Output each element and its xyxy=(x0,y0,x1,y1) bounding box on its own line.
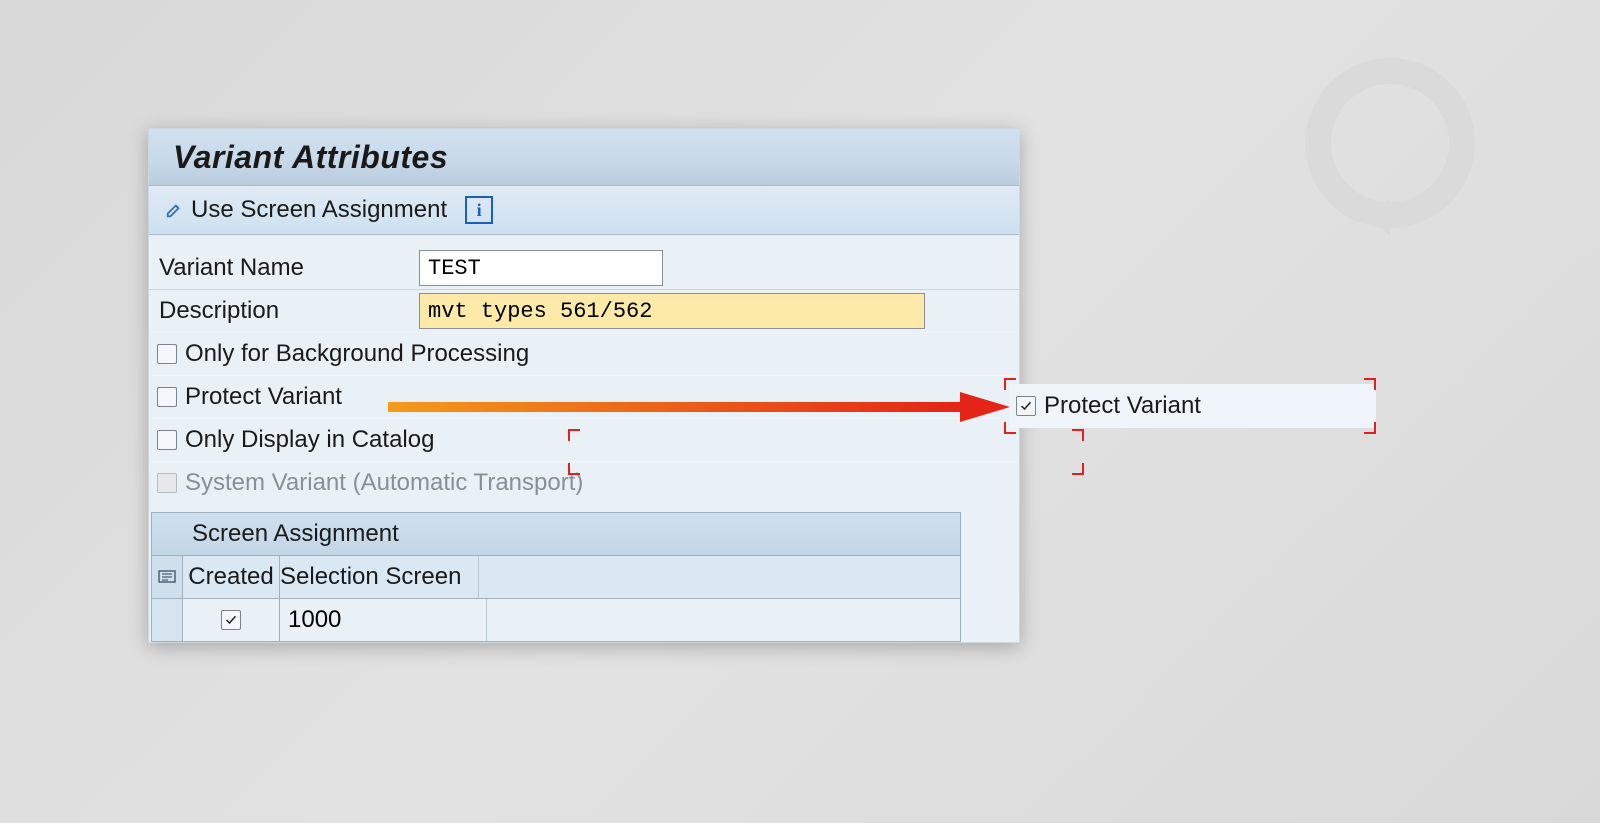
pencil-icon xyxy=(165,201,183,219)
page-title: Variant Attributes xyxy=(173,139,448,176)
protect-variant-checkbox[interactable] xyxy=(157,387,177,407)
created-cell[interactable] xyxy=(183,599,280,641)
created-checkbox[interactable] xyxy=(221,610,241,630)
row-only-background: Only for Background Processing xyxy=(149,332,1019,375)
table-header-row: Created Selection Screen xyxy=(152,556,960,599)
use-screen-assignment-button[interactable]: Use Screen Assignment xyxy=(187,196,461,224)
col-created[interactable]: Created xyxy=(183,556,280,598)
only-display-catalog-checkbox[interactable] xyxy=(157,430,177,450)
callout-protect-variant-label: Protect Variant xyxy=(1044,392,1201,420)
screen-assignment-table: Screen Assignment Created Selection Scre… xyxy=(151,512,961,642)
description-label: Description xyxy=(157,297,419,325)
selection-screen-cell[interactable]: 1000 xyxy=(280,599,487,641)
variant-name-label: Variant Name xyxy=(157,254,419,282)
protect-variant-label: Protect Variant xyxy=(185,383,342,411)
watermark-logo xyxy=(1290,48,1490,248)
row-system-variant: System Variant (Automatic Transport) xyxy=(149,461,1019,504)
system-variant-label: System Variant (Automatic Transport) xyxy=(185,469,583,497)
select-all-icon[interactable] xyxy=(152,556,183,598)
screen-assignment-heading: Screen Assignment xyxy=(152,513,960,556)
only-background-checkbox[interactable] xyxy=(157,344,177,364)
titlebar: Variant Attributes xyxy=(149,129,1019,186)
only-display-catalog-label: Only Display in Catalog xyxy=(185,426,434,454)
form: Variant Name Description Only for Backgr… xyxy=(149,235,1019,642)
only-background-label: Only for Background Processing xyxy=(185,340,529,368)
toolbar: Use Screen Assignment i xyxy=(149,186,1019,235)
callout-protect-variant: Protect Variant xyxy=(1010,384,1376,428)
row-only-display-catalog: Only Display in Catalog xyxy=(149,418,1019,461)
description-input[interactable] xyxy=(419,293,925,329)
col-selection-screen[interactable]: Selection Screen xyxy=(280,556,479,598)
system-variant-checkbox xyxy=(157,473,177,493)
callout-protect-variant-checkbox[interactable] xyxy=(1016,396,1036,416)
row-protect-variant: Protect Variant xyxy=(149,375,1019,418)
row-variant-name: Variant Name xyxy=(149,247,1019,289)
variant-attributes-window: Variant Attributes Use Screen Assignment… xyxy=(148,128,1020,643)
variant-name-input[interactable] xyxy=(419,250,663,286)
table-row: 1000 xyxy=(152,599,960,641)
row-selector[interactable] xyxy=(152,599,183,641)
row-description: Description xyxy=(149,289,1019,332)
info-icon[interactable]: i xyxy=(465,196,493,224)
